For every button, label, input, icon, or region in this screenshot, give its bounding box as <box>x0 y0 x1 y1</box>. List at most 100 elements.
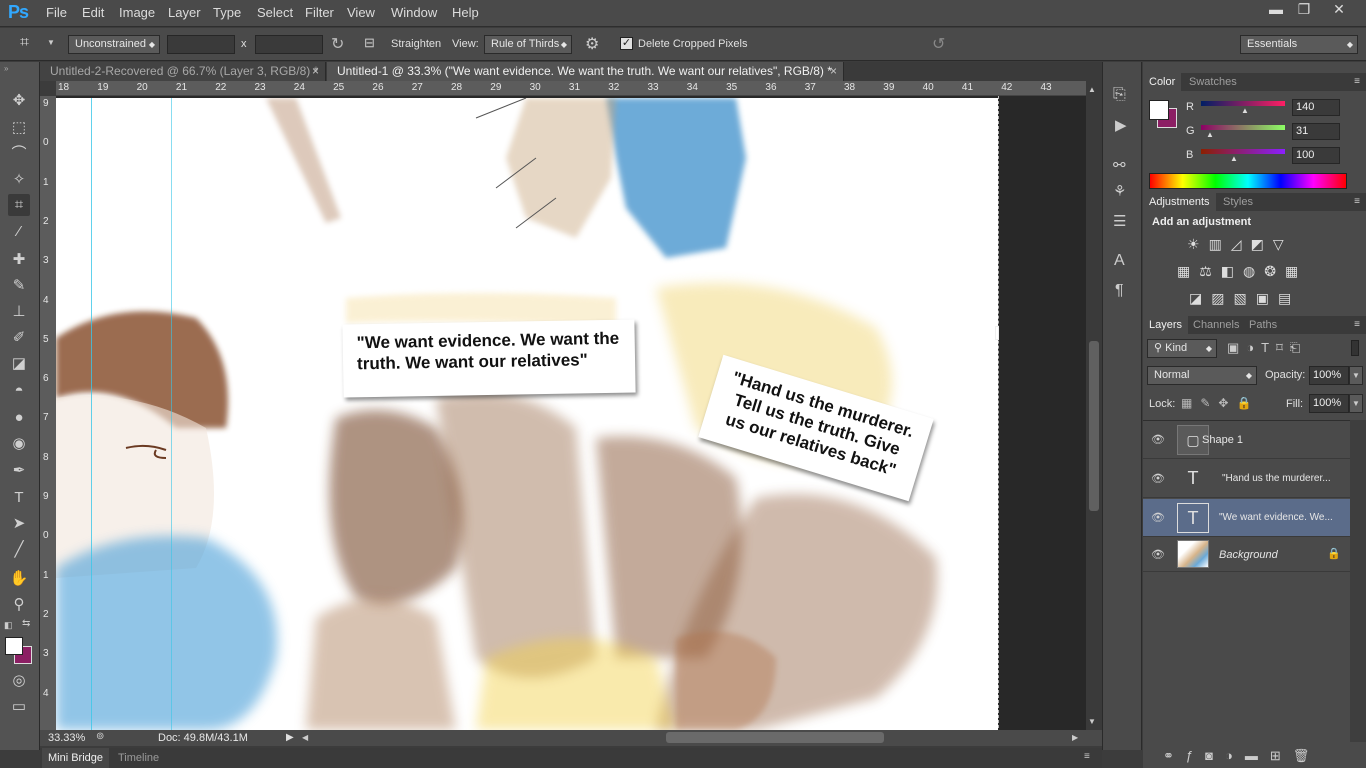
add-mask-icon[interactable]: ◙ <box>1205 748 1225 763</box>
menu-window[interactable]: Window <box>391 5 437 20</box>
tab-swatches[interactable]: Swatches <box>1183 73 1243 91</box>
menu-edit[interactable]: Edit <box>82 5 104 20</box>
width-field[interactable] <box>167 35 235 54</box>
layer-row[interactable]: 👁 Background 🔒 <box>1143 538 1350 572</box>
curves-icon[interactable]: ◿ <box>1231 236 1251 252</box>
menu-layer[interactable]: Layer <box>168 5 201 20</box>
eraser-tool-icon[interactable]: ◪ <box>8 353 30 375</box>
filter-toggle[interactable] <box>1351 340 1359 356</box>
brush-tool-icon[interactable]: ✎ <box>8 275 30 297</box>
actions-play-icon[interactable]: ▶ <box>1115 116 1127 134</box>
photo-filter-icon[interactable]: ◍ <box>1243 263 1264 279</box>
foreground-color-swatch[interactable] <box>5 637 23 655</box>
channel-mixer-icon[interactable]: ❂ <box>1264 263 1285 279</box>
swap-icon[interactable]: ↻ <box>331 34 344 54</box>
status-arrow-icon[interactable]: ▶ <box>286 732 294 743</box>
status-menu-icon[interactable]: ⊚ <box>96 731 104 742</box>
link-layers-icon[interactable]: ⚭ <box>1163 748 1186 763</box>
new-adjustment-icon[interactable]: ◑ <box>1225 748 1245 763</box>
close-button[interactable]: ✕ <box>1324 0 1354 18</box>
zoom-level[interactable]: 33.33% <box>48 732 85 744</box>
lasso-tool-icon[interactable]: ⌒ <box>8 143 30 165</box>
close-icon[interactable]: × <box>312 62 319 81</box>
move-tool-icon[interactable]: ✥ <box>8 90 30 112</box>
color-lookup-icon[interactable]: ▦ <box>1285 263 1307 279</box>
healing-brush-tool-icon[interactable]: ✚ <box>8 249 30 271</box>
zoom-tool-icon[interactable]: ⚲ <box>8 594 30 616</box>
scroll-down-icon[interactable]: ▼ <box>1088 717 1096 726</box>
visibility-eye-icon[interactable]: 👁 <box>1151 472 1165 485</box>
dodge-tool-icon[interactable]: ◉ <box>8 433 30 455</box>
opacity-field[interactable]: 100% <box>1309 366 1349 385</box>
menu-image[interactable]: Image <box>119 5 155 20</box>
guide-line[interactable] <box>91 98 92 730</box>
blend-mode-select[interactable]: Normal ◆ <box>1147 366 1257 385</box>
tool-presets-icon[interactable]: ⚯ <box>1113 156 1126 174</box>
tab-layers[interactable]: Layers <box>1143 316 1189 334</box>
trash-icon[interactable]: 🗑 <box>1293 748 1322 763</box>
layers-scrollbar[interactable] <box>1350 420 1366 742</box>
scroll-left-icon[interactable]: ◀ <box>302 733 308 742</box>
invert-icon[interactable]: ◪ <box>1189 290 1211 306</box>
history-icon[interactable]: ⎘ <box>1113 86 1126 104</box>
guide-line[interactable] <box>171 98 172 730</box>
height-field[interactable] <box>255 35 323 54</box>
adjustment-filter-icon[interactable]: ◑ <box>1246 340 1261 355</box>
vertical-scrollbar[interactable]: ▲ ▼ <box>1086 81 1102 730</box>
color-balance-icon[interactable]: ⚖ <box>1199 263 1221 279</box>
black-white-icon[interactable]: ◧ <box>1221 263 1243 279</box>
ratio-select[interactable]: Unconstrained ◆ <box>68 35 160 54</box>
panel-menu-icon[interactable]: ≡ <box>1354 193 1360 211</box>
cancel-crop-icon[interactable]: ↺ <box>932 34 945 54</box>
fill-dropdown[interactable]: ▼ <box>1349 394 1363 413</box>
horizontal-scroll-thumb[interactable] <box>666 732 884 743</box>
brightness-icon[interactable]: ☀ <box>1187 236 1209 252</box>
stamp-tool-icon[interactable]: ⊥ <box>8 301 30 323</box>
menu-view[interactable]: View <box>347 5 375 20</box>
swap-colors-icon[interactable]: ⇆ <box>22 618 30 629</box>
default-colors-icon[interactable]: ◧ <box>4 620 13 631</box>
tab-paths[interactable]: Paths <box>1243 316 1283 334</box>
crop-handle[interactable] <box>995 326 999 340</box>
exposure-icon[interactable]: ◩ <box>1251 236 1273 252</box>
threshold-icon[interactable]: ▧ <box>1233 290 1255 306</box>
color-spectrum-bar[interactable] <box>1149 173 1347 189</box>
b-value-field[interactable]: 100 <box>1292 147 1340 164</box>
g-value-field[interactable]: 31 <box>1292 123 1340 140</box>
crop-tool-preset-icon[interactable]: ⌗ <box>20 34 29 52</box>
line-tool-icon[interactable]: ╱ <box>8 539 30 561</box>
tab-mini-bridge[interactable]: Mini Bridge <box>42 748 110 768</box>
fill-field[interactable]: 100% <box>1309 394 1349 413</box>
marquee-tool-icon[interactable]: ⬚ <box>8 117 30 139</box>
visibility-eye-icon[interactable]: 👁 <box>1151 548 1165 561</box>
b-slider[interactable] <box>1201 149 1285 154</box>
new-group-icon[interactable]: ▬ <box>1245 748 1270 763</box>
menu-filter[interactable]: Filter <box>305 5 334 20</box>
smart-object-filter-icon[interactable]: ⎗ <box>1290 340 1307 355</box>
type-tool-icon[interactable]: T <box>8 487 30 509</box>
scroll-thumb[interactable] <box>1089 341 1099 511</box>
paint-bucket-tool-icon[interactable]: ◓ <box>8 380 30 402</box>
r-slider-handle[interactable]: ▲ <box>1241 106 1249 115</box>
hand-tool-icon[interactable]: ✋ <box>8 568 30 590</box>
tab-timeline[interactable]: Timeline <box>112 748 165 768</box>
character-icon[interactable]: A <box>1114 252 1125 270</box>
speech-bubble-evidence[interactable]: "We want evidence. We want the truth. We… <box>342 319 636 398</box>
lock-position-icon[interactable]: ✥ <box>1218 396 1236 410</box>
levels-icon[interactable]: ▥ <box>1209 236 1231 252</box>
close-icon[interactable]: × <box>830 62 837 81</box>
pen-tool-icon[interactable]: ✒ <box>8 460 30 482</box>
layer-row[interactable]: 👁 ▢ Shape 1 <box>1143 421 1350 459</box>
gear-icon[interactable]: ⚙ <box>585 34 599 54</box>
vibrance-icon[interactable]: ▽ <box>1273 236 1293 252</box>
panel-menu-icon[interactable]: ≡ <box>1084 751 1090 762</box>
hue-saturation-icon[interactable]: ▦ <box>1177 263 1199 279</box>
gradient-map-icon[interactable]: ▤ <box>1278 290 1300 306</box>
tab-document-1[interactable]: Untitled-2-Recovered @ 66.7% (Layer 3, R… <box>40 62 326 81</box>
brush-presets-icon[interactable]: ⚘ <box>1113 182 1126 200</box>
collapse-icon[interactable]: » <box>4 64 8 73</box>
properties-icon[interactable]: ☰ <box>1113 212 1126 230</box>
layer-row[interactable]: 👁 T "Hand us the murderer... <box>1143 460 1350 498</box>
crop-tool-icon[interactable]: ⌗ <box>8 194 30 216</box>
delete-cropped-checkbox[interactable]: ✓ <box>620 37 633 50</box>
